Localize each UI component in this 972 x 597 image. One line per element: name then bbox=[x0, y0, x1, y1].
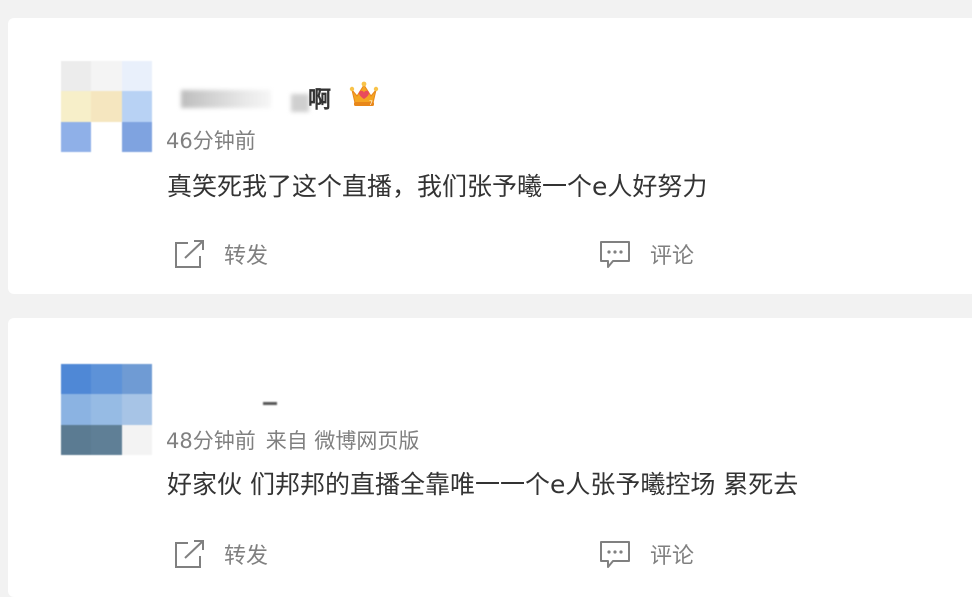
username-blurred[interactable] bbox=[181, 90, 271, 108]
post-time[interactable]: 46分钟前 bbox=[166, 129, 256, 153]
post-source: 来自 微博网页版 bbox=[265, 429, 420, 453]
repost-button[interactable]: 转发 bbox=[172, 238, 268, 270]
comment-icon bbox=[600, 541, 630, 568]
avatar[interactable] bbox=[61, 61, 152, 152]
post-time[interactable]: 48分钟前 bbox=[166, 429, 256, 453]
post-content: 好家伙 们邦邦的直播全靠唯一一个e人张予曦控场 累死去 bbox=[167, 470, 799, 499]
repost-icon bbox=[175, 540, 204, 568]
post-content: 真笑死我了这个直播，我们张予曦一个e人好努力 bbox=[167, 172, 708, 201]
comment-icon bbox=[600, 241, 630, 268]
repost-button[interactable]: 转发 bbox=[172, 538, 268, 570]
svg-text:7: 7 bbox=[369, 100, 373, 107]
avatar[interactable] bbox=[61, 364, 152, 455]
username-blurred[interactable] bbox=[263, 402, 277, 405]
post-meta: 48分钟前 来自 微博网页版 bbox=[166, 425, 419, 455]
crown-badge-icon[interactable]: 7 bbox=[349, 79, 379, 109]
repost-label: 转发 bbox=[224, 544, 269, 569]
repost-icon bbox=[175, 240, 204, 268]
repost-label: 转发 bbox=[224, 244, 269, 269]
post-card: 48分钟前 来自 微博网页版 好家伙 们邦邦的直播全靠唯一一个e人张予曦控场 累死… bbox=[8, 318, 972, 597]
post-meta: 46分钟前 bbox=[166, 125, 256, 155]
username-blurred bbox=[291, 94, 309, 112]
comment-label: 评论 bbox=[650, 544, 695, 569]
comment-button[interactable]: 评论 bbox=[598, 538, 694, 570]
post-card: 啊 7 46分钟前 真笑死我了这个直播，我们张予曦一个e人好努力 转发 评论 bbox=[8, 18, 972, 294]
username-suffix[interactable]: 啊 bbox=[308, 80, 331, 114]
comment-button[interactable]: 评论 bbox=[598, 238, 694, 270]
comment-label: 评论 bbox=[650, 244, 695, 269]
